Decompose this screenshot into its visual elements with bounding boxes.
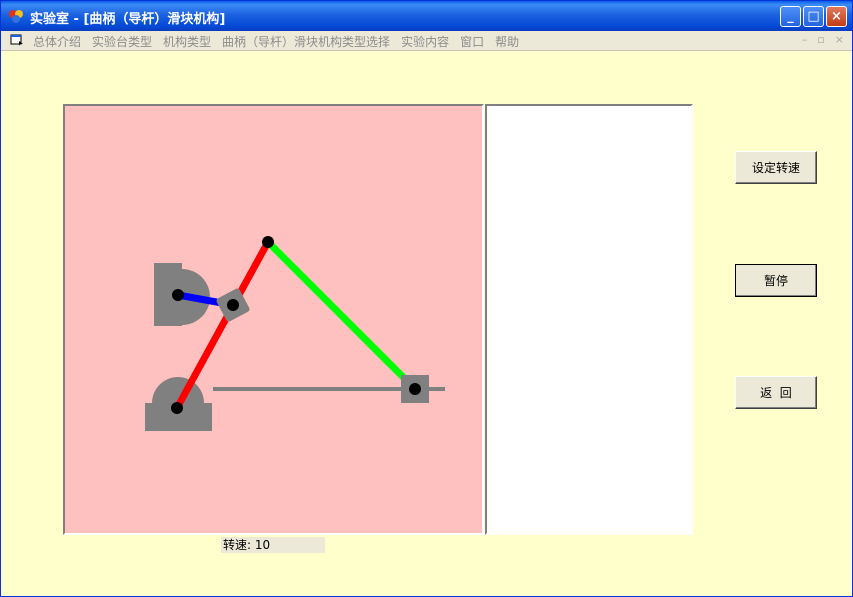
menu-experiment-content[interactable]: 实验内容 — [401, 33, 449, 50]
maximize-icon: □ — [807, 9, 820, 24]
mdi-controls: – ▫ × — [802, 33, 844, 46]
return-button[interactable]: 返 回 — [735, 376, 817, 409]
connecting-rod-link — [265, 239, 418, 392]
mdi-restore-icon[interactable]: ▫ — [817, 33, 824, 46]
menu-overview[interactable]: 总体介绍 — [33, 33, 81, 50]
guide-rod-joint — [262, 236, 274, 248]
menu-mechanism-type[interactable]: 机构类型 — [163, 33, 211, 50]
mechanism-canvas — [63, 104, 484, 535]
set-speed-button[interactable]: 设定转速 — [735, 151, 817, 184]
minimize-icon: _ — [787, 9, 794, 24]
mechanism-diagram — [145, 236, 445, 431]
output-panel — [485, 104, 693, 535]
main-window: 实验室 - [曲柄（导杆）滑块机构] _ □ × 总体介绍 实验台类型 机构类型… — [0, 0, 853, 597]
menu-items: 总体介绍 实验台类型 机构类型 曲柄（导杆）滑块机构类型选择 实验内容 窗口 帮… — [33, 33, 519, 50]
guide-bar-link — [173, 240, 272, 410]
mdi-minimize-icon[interactable]: – — [802, 33, 808, 46]
slider-joint — [409, 383, 421, 395]
menu-help[interactable]: 帮助 — [495, 33, 519, 50]
title-bar[interactable]: 实验室 - [曲柄（导杆）滑块机构] _ □ × — [1, 1, 852, 31]
crank-slider-joint — [227, 299, 239, 311]
mdi-close-icon[interactable]: × — [835, 33, 844, 46]
crank-pivot-joint — [172, 289, 184, 301]
menu-bar: 总体介绍 实验台类型 机构类型 曲柄（导杆）滑块机构类型选择 实验内容 窗口 帮… — [1, 31, 852, 51]
close-icon: × — [831, 9, 842, 24]
maximize-button[interactable]: □ — [803, 6, 824, 27]
guide-pivot-joint — [171, 402, 183, 414]
pause-button[interactable]: 暂停 — [735, 264, 817, 297]
close-button[interactable]: × — [826, 6, 847, 27]
window-title: 实验室 - [曲柄（导杆）滑块机构] — [30, 12, 226, 27]
document-icon[interactable] — [10, 34, 24, 47]
minimize-button[interactable]: _ — [780, 6, 801, 27]
menu-slider-mechanism-select[interactable]: 曲柄（导杆）滑块机构类型选择 — [222, 33, 390, 50]
speed-readout: 转速: 10 — [221, 537, 325, 553]
menu-window[interactable]: 窗口 — [460, 33, 484, 50]
app-icon — [9, 10, 23, 23]
menu-testbed-type[interactable]: 实验台类型 — [92, 33, 152, 50]
